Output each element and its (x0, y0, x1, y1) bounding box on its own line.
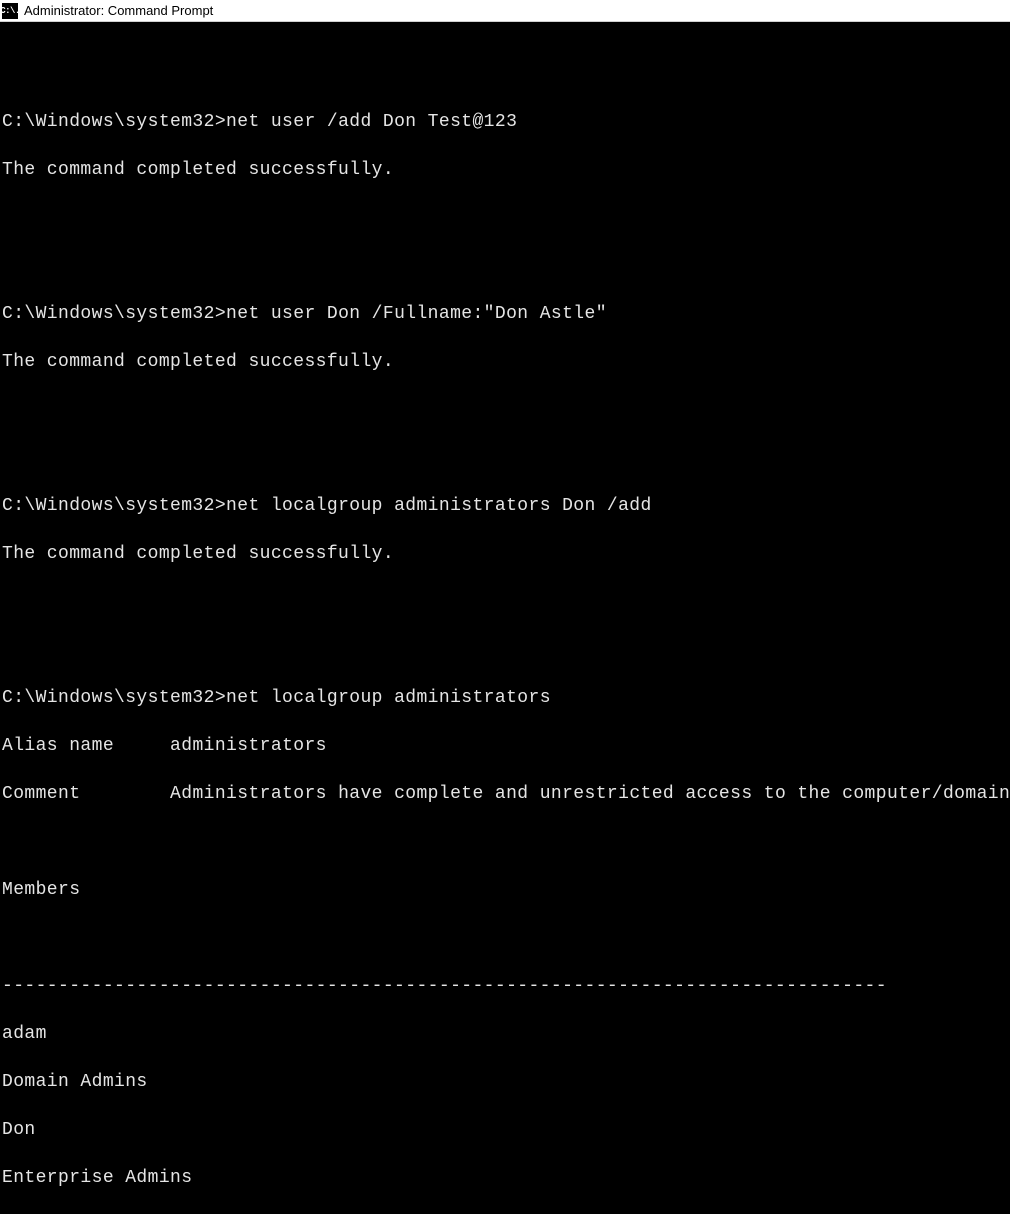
cmd-icon: C:\. (2, 3, 18, 19)
command: net user Don /Fullname:"Don Astle" (226, 304, 607, 324)
output-line: The command completed successfully. (2, 542, 1008, 566)
output-line: The command completed successfully. (2, 350, 1008, 374)
command: net user /add Don Test@123 (226, 112, 517, 132)
comment-label: Comment (2, 784, 80, 804)
window-titlebar[interactable]: C:\. Administrator: Command Prompt (0, 0, 1010, 22)
alias-label: Alias name (2, 736, 114, 756)
terminal-output[interactable]: C:\Windows\system32>net user /add Don Te… (0, 22, 1010, 1214)
prompt: C:\Windows\system32> (2, 688, 226, 708)
alias-value: administrators (170, 736, 327, 756)
comment-value: Administrators have complete and unrestr… (170, 784, 1010, 804)
separator-rule: ----------------------------------------… (2, 974, 1008, 998)
prompt: C:\Windows\system32> (2, 112, 226, 132)
output-line: Alias name administrators (2, 734, 1008, 758)
output-line: The command completed successfully. (2, 158, 1008, 182)
member-row: Enterprise Admins (2, 1166, 1008, 1190)
member-row: Don (2, 1118, 1008, 1142)
member-row: Domain Admins (2, 1070, 1008, 1094)
member-row: adam (2, 1022, 1008, 1046)
output-line: Comment Administrators have complete and… (2, 782, 1008, 806)
prompt: C:\Windows\system32> (2, 304, 226, 324)
prompt: C:\Windows\system32> (2, 496, 226, 516)
command: net localgroup administrators Don /add (226, 496, 652, 516)
window-title: Administrator: Command Prompt (24, 3, 213, 18)
members-heading: Members (2, 878, 1008, 902)
command: net localgroup administrators (226, 688, 551, 708)
